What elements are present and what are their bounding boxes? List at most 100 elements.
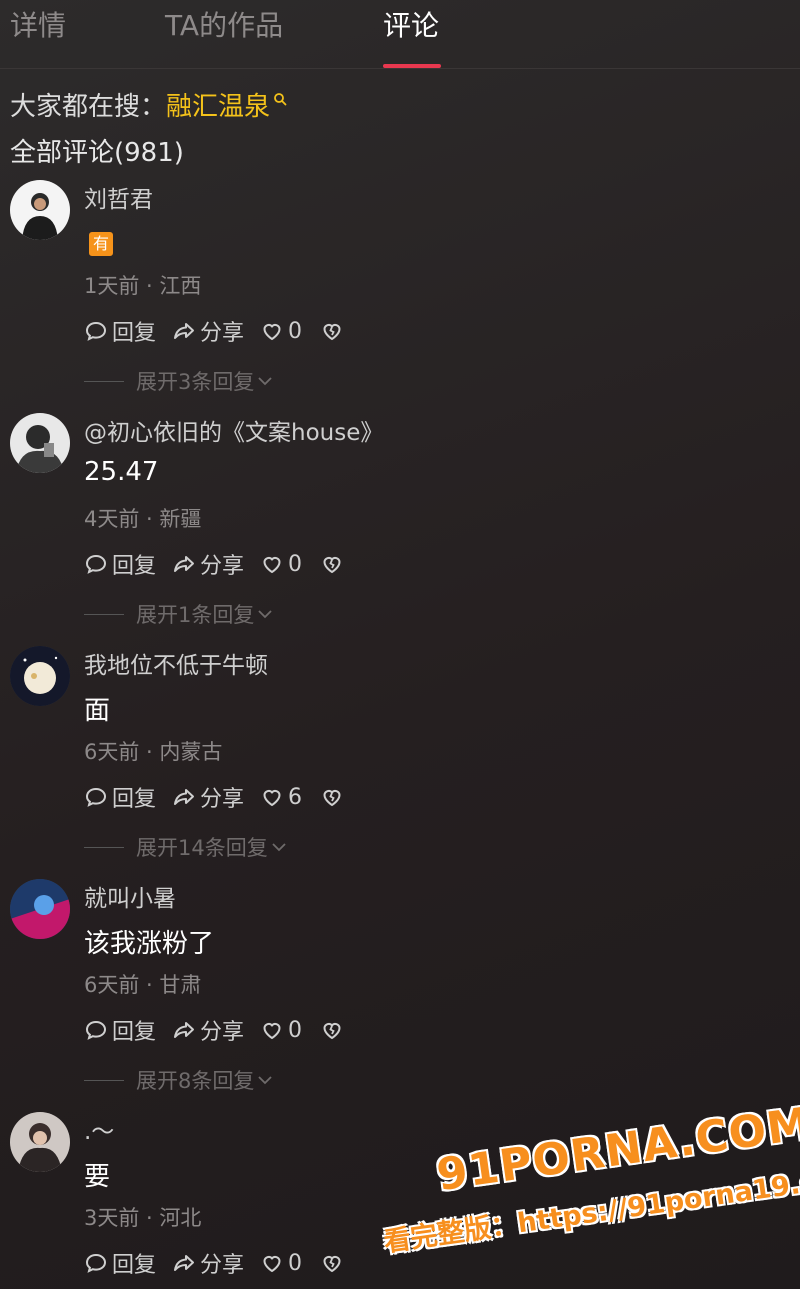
share-button[interactable]: 分享 xyxy=(172,315,244,347)
avatar-image xyxy=(10,180,70,240)
expand-replies-label: 展开14条回复 xyxy=(136,836,268,860)
chevron-down-icon xyxy=(258,377,273,386)
share-label: 分享 xyxy=(200,1253,245,1278)
reply-icon xyxy=(85,321,107,341)
trending-search-prefix: 大家都在搜： xyxy=(10,92,167,122)
comment-username[interactable]: 就叫小暑 xyxy=(84,879,176,913)
tab-works[interactable]: TA的作品 xyxy=(165,4,283,44)
like-button[interactable]: 0 xyxy=(260,552,302,577)
expand-replies[interactable]: 展开3条回复 xyxy=(84,366,274,396)
comment-actions: 回复 分享 0 xyxy=(84,1015,364,1045)
heart-icon xyxy=(263,1022,281,1040)
avatar[interactable] xyxy=(10,879,70,939)
broken-heart-icon xyxy=(323,789,341,807)
reply-button[interactable]: 回复 xyxy=(84,315,156,347)
dislike-button[interactable] xyxy=(320,785,348,809)
share-label: 分享 xyxy=(200,554,245,579)
heart-icon xyxy=(263,789,281,807)
reply-button[interactable]: 回复 xyxy=(84,1247,156,1279)
tab-details[interactable]: 详情 xyxy=(10,4,66,44)
avatar[interactable] xyxy=(10,180,70,240)
reply-label: 回复 xyxy=(112,787,157,812)
like-count: 0 xyxy=(288,318,303,344)
expand-replies-label: 展开1条回复 xyxy=(136,603,255,627)
comment-username[interactable]: @初心依旧的《文案house》 xyxy=(84,413,383,447)
comment-content: 该我涨粉了 xyxy=(84,929,215,959)
like-count: 0 xyxy=(288,551,303,577)
trending-search-keyword[interactable]: 融汇温泉 xyxy=(166,86,270,123)
comment-item: 刘哲君 有 1天前 · 江西 回复 分享 0 展开3条回复 xyxy=(0,180,800,413)
like-count: 0 xyxy=(288,1250,303,1276)
like-count: 6 xyxy=(288,784,303,810)
comment-actions: 回复 分享 0 xyxy=(84,1248,364,1278)
expand-replies[interactable]: 展开1条回复 xyxy=(84,599,274,629)
expand-replies[interactable]: 展开8条回复 xyxy=(84,1065,274,1095)
share-label: 分享 xyxy=(200,1020,245,1045)
like-button[interactable]: 0 xyxy=(260,1018,302,1043)
tab-bar: 详情 TA的作品 评论 xyxy=(0,0,800,69)
avatar-image xyxy=(10,879,70,939)
broken-heart-icon xyxy=(323,1255,341,1273)
reply-label: 回复 xyxy=(112,321,157,346)
share-button[interactable]: 分享 xyxy=(172,548,244,580)
comment-actions: 回复 分享 0 xyxy=(84,316,364,346)
share-button[interactable]: 分享 xyxy=(172,1014,244,1046)
share-icon xyxy=(174,1255,195,1271)
reply-label: 回复 xyxy=(112,1253,157,1278)
comment-item: 我地位不低于牛顿 面 6天前 · 内蒙古 回复 分享 6 展开14条回复 xyxy=(0,646,800,879)
like-button[interactable]: 0 xyxy=(260,319,302,344)
reply-icon xyxy=(85,1020,107,1040)
comment-meta: 6天前 · 内蒙古 xyxy=(84,740,223,764)
comment-username[interactable]: .～ xyxy=(84,1112,114,1146)
comment-meta: 6天前 · 甘肃 xyxy=(84,973,202,997)
share-icon xyxy=(174,323,195,339)
share-label: 分享 xyxy=(200,321,245,346)
avatar[interactable] xyxy=(10,646,70,706)
comment-content: 要 xyxy=(84,1162,111,1192)
comment-username[interactable]: 刘哲君 xyxy=(84,180,153,214)
avatar[interactable] xyxy=(10,413,70,473)
comment-actions: 回复 分享 0 xyxy=(84,549,364,579)
dislike-button[interactable] xyxy=(320,1018,348,1042)
reply-label: 回复 xyxy=(112,554,157,579)
like-button[interactable]: 6 xyxy=(260,785,302,810)
expand-replies-label: 展开3条回复 xyxy=(136,370,255,394)
chevron-down-icon xyxy=(258,610,273,619)
comment-username[interactable]: 我地位不低于牛顿 xyxy=(84,646,268,680)
divider xyxy=(84,1079,124,1081)
broken-heart-icon xyxy=(323,556,341,574)
heart-icon xyxy=(263,1255,281,1273)
active-tab-indicator xyxy=(383,64,441,68)
dislike-button[interactable] xyxy=(320,552,348,576)
comment-meta: 4天前 · 新疆 xyxy=(84,507,202,531)
chevron-down-icon xyxy=(272,843,286,852)
dislike-button[interactable] xyxy=(320,319,348,343)
comment-content: 面 xyxy=(84,696,111,726)
comment-meta: 1天前 · 江西 xyxy=(84,274,202,298)
comment-actions: 回复 分享 6 xyxy=(84,782,364,812)
broken-heart-icon xyxy=(323,1022,341,1040)
expand-replies[interactable]: 展开14条回复 xyxy=(84,832,288,862)
share-icon xyxy=(174,789,195,805)
avatar[interactable] xyxy=(10,1112,70,1172)
dislike-button[interactable] xyxy=(320,1251,348,1275)
divider xyxy=(84,846,124,848)
avatar-image xyxy=(10,1112,70,1172)
like-button[interactable]: 0 xyxy=(260,1251,302,1276)
reply-button[interactable]: 回复 xyxy=(84,781,156,813)
trending-search: 大家都在搜： 融汇温泉 xyxy=(10,86,287,123)
divider xyxy=(84,613,124,615)
avatar-image xyxy=(10,646,70,706)
share-label: 分享 xyxy=(200,787,245,812)
comment-content: 25.47 xyxy=(84,457,159,487)
share-icon xyxy=(174,1022,195,1038)
broken-heart-icon xyxy=(323,323,341,341)
reply-button[interactable]: 回复 xyxy=(84,548,156,580)
reply-button[interactable]: 回复 xyxy=(84,1014,156,1046)
expand-replies-label: 展开8条回复 xyxy=(136,1069,255,1093)
comments-screen: 详情 TA的作品 评论 大家都在搜： 融汇温泉 全部评论(981) 刘哲君 有 … xyxy=(0,0,800,1289)
tab-comments[interactable]: 评论 xyxy=(383,4,439,44)
reply-label: 回复 xyxy=(112,1020,157,1045)
share-button[interactable]: 分享 xyxy=(172,781,244,813)
share-button[interactable]: 分享 xyxy=(172,1247,244,1279)
